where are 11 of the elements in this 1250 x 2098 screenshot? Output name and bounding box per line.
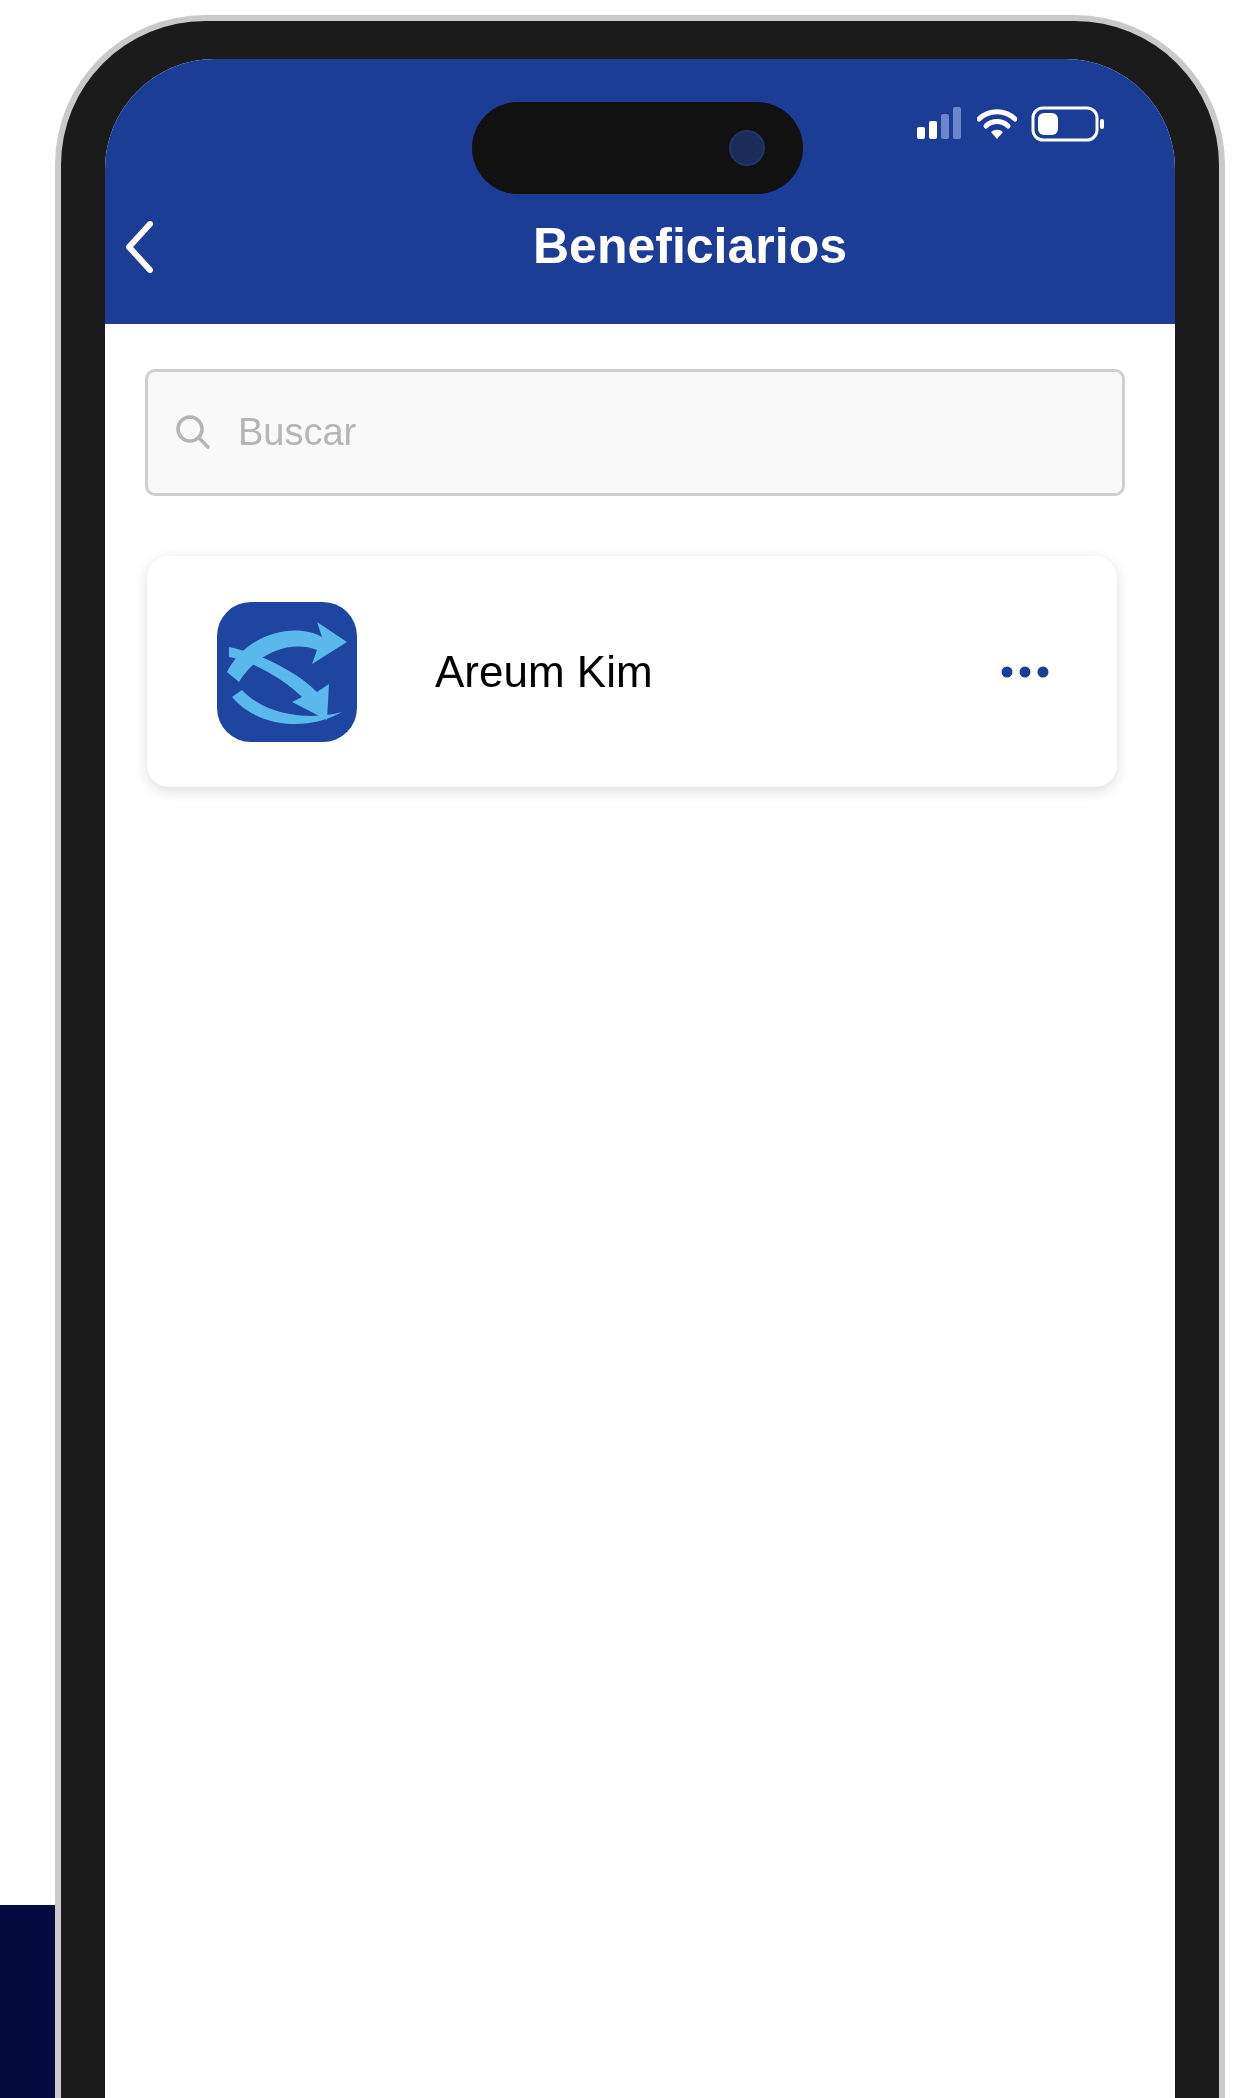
signal-icon — [917, 107, 963, 141]
beneficiary-card[interactable]: Areum Kim — [147, 556, 1117, 787]
wifi-icon — [977, 108, 1017, 140]
beneficiary-name: Areum Kim — [435, 645, 654, 698]
search-icon — [175, 414, 211, 450]
screen-title: Beneficiarios — [533, 217, 847, 276]
more-icon — [1001, 665, 1049, 678]
arrows-logo-icon — [217, 601, 357, 742]
back-icon — [124, 220, 154, 273]
search-field[interactable]: Buscar — [145, 369, 1125, 496]
battery-icon — [1031, 106, 1105, 142]
